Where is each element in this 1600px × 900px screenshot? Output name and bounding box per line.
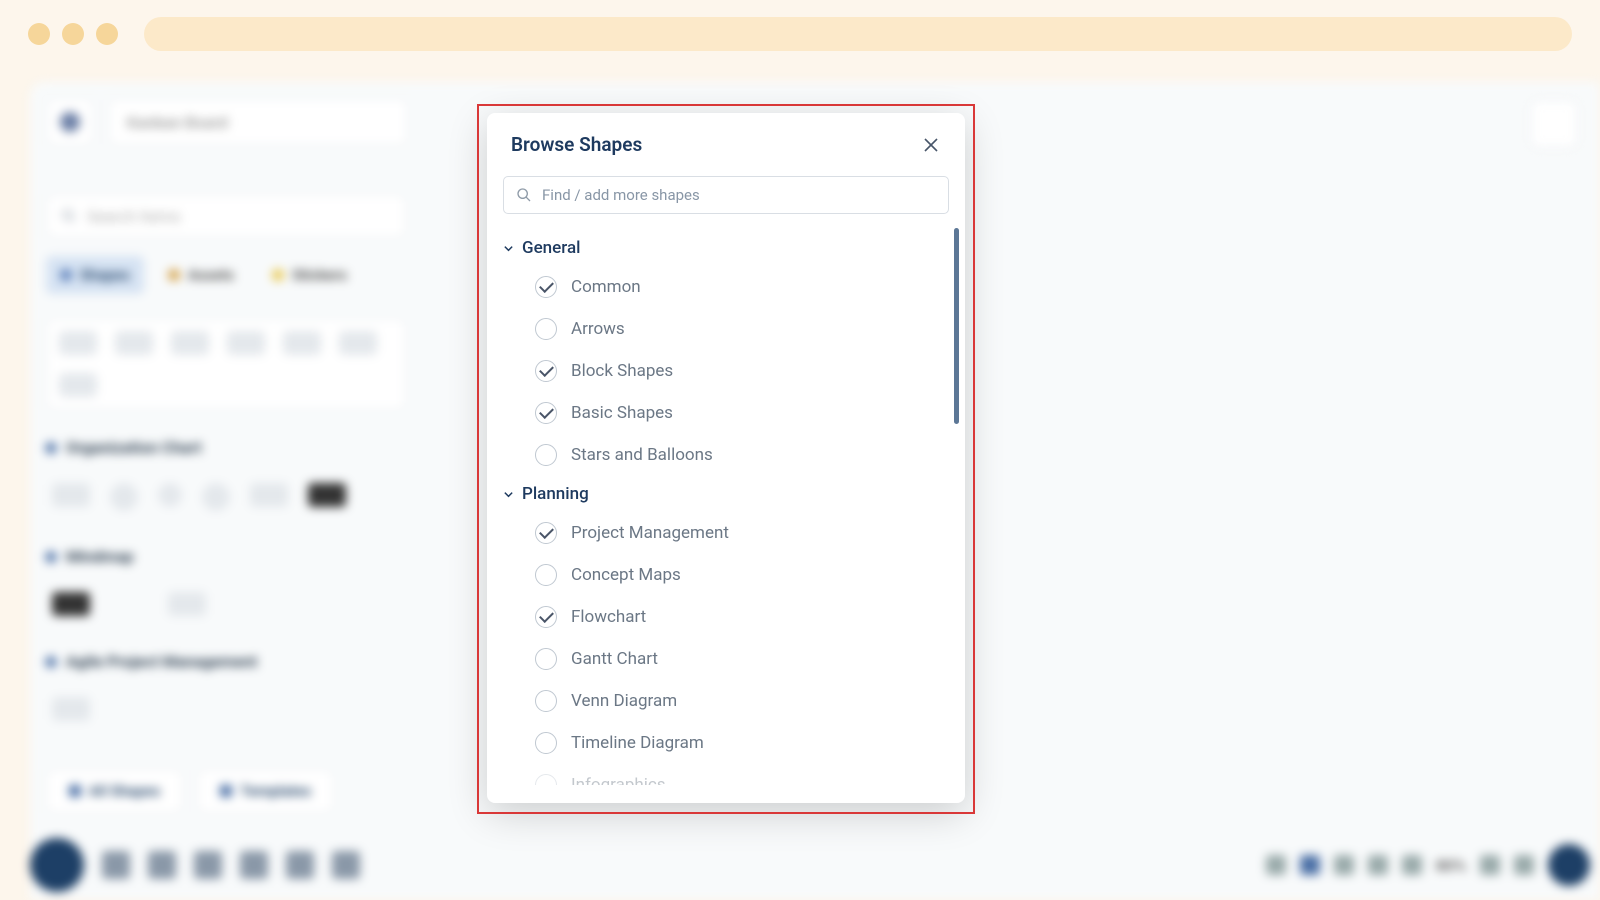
shape-quick-grid: [46, 318, 406, 410]
shape-label: Infographics: [571, 775, 666, 785]
shape-checkbox[interactable]: [535, 522, 557, 544]
shape-checkbox[interactable]: [535, 648, 557, 670]
traffic-light-minimize[interactable]: [62, 23, 84, 45]
shape-label: Project Management: [571, 523, 729, 543]
tab-stickers[interactable]: Stickers: [258, 256, 361, 294]
tab-shapes[interactable]: Shapes: [46, 256, 144, 294]
shape-item[interactable]: Venn Diagram: [503, 680, 949, 722]
shape-checkbox[interactable]: [535, 774, 557, 785]
tool-3[interactable]: [194, 851, 222, 879]
sidebar-search[interactable]: Search Items: [46, 194, 406, 238]
shape-checkbox[interactable]: [535, 690, 557, 712]
shape-item[interactable]: Gantt Chart: [503, 638, 949, 680]
section-org-chart[interactable]: Organization Chart: [46, 438, 406, 457]
shape-label: Flowchart: [571, 607, 646, 627]
tool-pen[interactable]: [332, 851, 360, 879]
shape-item[interactable]: Common: [503, 266, 949, 308]
comment-button[interactable]: [1530, 100, 1578, 148]
modal-body: General Common Arrows Block Shapes Basic Sha…: [487, 222, 965, 785]
zoom-level: 80%: [1436, 856, 1466, 875]
shape-item[interactable]: Block Shapes: [503, 350, 949, 392]
shape-label: Concept Maps: [571, 565, 681, 585]
shape-checkbox[interactable]: [535, 564, 557, 586]
traffic-light-close[interactable]: [28, 23, 50, 45]
shape-search[interactable]: [503, 176, 949, 214]
shape-checkbox[interactable]: [535, 360, 557, 382]
shape-checkbox[interactable]: [535, 276, 557, 298]
shape-item[interactable]: Infographics: [503, 764, 949, 785]
shape-label: Gantt Chart: [571, 649, 658, 669]
all-shapes-button[interactable]: All Shapes: [46, 769, 183, 813]
shape-search-input[interactable]: [542, 186, 936, 204]
tool-text[interactable]: [240, 851, 268, 879]
shape-label: Timeline Diagram: [571, 733, 704, 753]
shape-checkbox[interactable]: [535, 732, 557, 754]
shape-item[interactable]: Timeline Diagram: [503, 722, 949, 764]
category-header-planning[interactable]: Planning: [503, 476, 949, 512]
section-mindmap[interactable]: Mindmap: [46, 547, 406, 566]
traffic-lights: [28, 23, 118, 45]
app-menu-button[interactable]: [46, 98, 94, 146]
shape-item[interactable]: Basic Shapes: [503, 392, 949, 434]
help-button[interactable]: [1548, 844, 1590, 886]
chevron-down-icon: [503, 243, 514, 254]
shape-item[interactable]: Flowchart: [503, 596, 949, 638]
shape-label: Basic Shapes: [571, 403, 673, 423]
modal-title: Browse Shapes: [511, 133, 642, 156]
nav-1[interactable]: [1266, 855, 1286, 875]
zoom-out[interactable]: [1402, 855, 1422, 875]
section-agile[interactable]: Agile Project Management: [46, 652, 406, 671]
tab-assets[interactable]: Assets: [154, 256, 248, 294]
shape-item[interactable]: Arrows: [503, 308, 949, 350]
shape-label: Arrows: [571, 319, 625, 339]
shape-label: Stars and Balloons: [571, 445, 713, 465]
sidebar: Search Items Shapes Assets Stickers Orga…: [46, 194, 406, 813]
scrollbar[interactable]: [954, 228, 959, 424]
browse-shapes-modal: Browse Shapes General Common Arrows Block S…: [487, 113, 965, 803]
tool-1[interactable]: [102, 851, 130, 879]
chevron-down-icon: [503, 489, 514, 500]
add-button[interactable]: [30, 838, 84, 892]
shape-label: Venn Diagram: [571, 691, 677, 711]
shape-label: Block Shapes: [571, 361, 673, 381]
shape-checkbox[interactable]: [535, 606, 557, 628]
traffic-light-maximize[interactable]: [96, 23, 118, 45]
tool-line[interactable]: [286, 851, 314, 879]
shape-item[interactable]: Project Management: [503, 512, 949, 554]
nav-3[interactable]: [1334, 855, 1354, 875]
shape-item[interactable]: Concept Maps: [503, 554, 949, 596]
zoom-in[interactable]: [1480, 855, 1500, 875]
close-button[interactable]: [921, 135, 941, 155]
board-title[interactable]: Kanban Board: [108, 98, 408, 146]
tool-2[interactable]: [148, 851, 176, 879]
browser-chrome: [0, 0, 1600, 68]
shape-checkbox[interactable]: [535, 444, 557, 466]
url-bar[interactable]: [144, 17, 1572, 51]
category-header-general[interactable]: General: [503, 230, 949, 266]
nav-4[interactable]: [1368, 855, 1388, 875]
shape-checkbox[interactable]: [535, 402, 557, 424]
search-icon: [61, 208, 77, 224]
nav-2[interactable]: [1300, 855, 1320, 875]
fullscreen[interactable]: [1514, 855, 1534, 875]
shape-item[interactable]: Stars and Balloons: [503, 434, 949, 476]
shape-checkbox[interactable]: [535, 318, 557, 340]
search-icon: [516, 187, 532, 203]
bottom-toolbar: 80%: [30, 838, 1590, 892]
templates-button[interactable]: Templates: [197, 769, 334, 813]
shape-label: Common: [571, 277, 641, 297]
close-icon: [924, 138, 938, 152]
